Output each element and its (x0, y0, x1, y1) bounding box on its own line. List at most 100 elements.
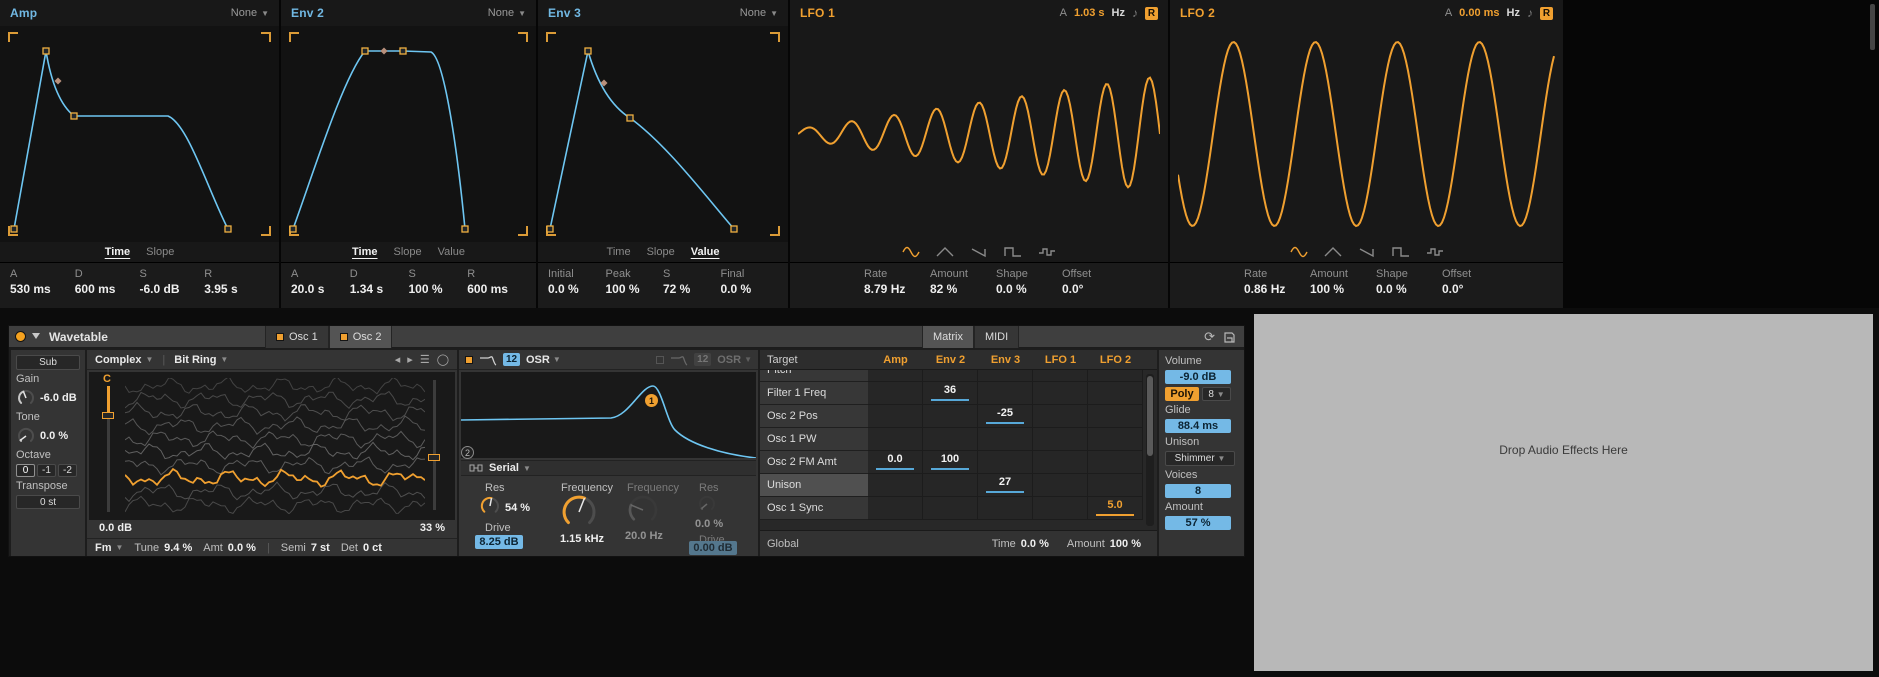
filter1-frequency-knob[interactable] (561, 494, 597, 530)
wavetable-name-dropdown[interactable]: Bit Ring ▼ (174, 354, 228, 366)
matrix-cell[interactable]: 27 (978, 474, 1033, 497)
filter2-frequency-knob[interactable] (627, 494, 659, 526)
osc1-activator-checkbox[interactable] (276, 333, 284, 341)
matrix-cell[interactable] (923, 370, 978, 382)
matrix-cell[interactable] (1088, 428, 1143, 451)
wavetable-position-slider[interactable] (433, 380, 436, 510)
rate-mode-hz[interactable]: Hz (1112, 7, 1125, 19)
note-sync-icon[interactable]: ♪ (1132, 6, 1138, 20)
poly-mode-button[interactable]: Poly (1165, 387, 1199, 401)
env2-display[interactable] (281, 26, 536, 242)
matrix-row-label[interactable]: Unison (760, 474, 868, 497)
matrix-cell[interactable] (1033, 405, 1088, 428)
filter2-drive-value[interactable]: 0.00 dB (689, 541, 737, 555)
hot-swap-icon[interactable]: ⟳ (1204, 329, 1215, 345)
filter1-circuit-dropdown[interactable]: OSR ▼ (526, 354, 561, 366)
octave-minus2-button[interactable]: -2 (58, 464, 77, 477)
sine-icon[interactable] (1289, 246, 1308, 258)
fold-triangle-icon[interactable] (32, 333, 40, 339)
param-value[interactable]: 82 % (930, 282, 996, 296)
tab-slope[interactable]: Slope (146, 246, 174, 258)
matrix-row-label[interactable]: Filter 1 Freq (760, 382, 868, 405)
mod-source-dropdown[interactable]: None ▼ (231, 7, 269, 19)
tab-value[interactable]: Value (691, 246, 720, 258)
matrix-cell[interactable] (868, 370, 923, 382)
octave-0-button[interactable]: 0 (16, 464, 35, 477)
prev-table-icon[interactable]: ◂ (395, 353, 401, 366)
matrix-row-label[interactable]: Pitch (760, 370, 868, 382)
matrix-cell[interactable] (1088, 474, 1143, 497)
triangle-icon[interactable] (936, 246, 954, 258)
param-value[interactable]: 0.0° (1442, 282, 1508, 296)
matrix-cell[interactable] (1088, 370, 1143, 382)
osc2-activator-checkbox[interactable] (339, 333, 348, 341)
wavetable-category-dropdown[interactable]: Complex ▼ (95, 354, 153, 366)
filter1-res-knob[interactable] (479, 495, 501, 517)
sub-tone-knob[interactable] (16, 426, 36, 446)
filter2-res-knob[interactable] (697, 494, 717, 514)
param-value[interactable]: 600 ms (75, 282, 140, 296)
tab-midi[interactable]: MIDI (973, 326, 1020, 348)
square-icon[interactable] (1004, 246, 1022, 258)
retrigger-button[interactable]: R (1540, 6, 1553, 20)
save-preset-icon[interactable] (1223, 331, 1236, 344)
device-on-toggle[interactable] (15, 331, 26, 342)
matrix-column-header[interactable]: Env 2 (923, 354, 978, 366)
semi-value[interactable]: 7 st (311, 542, 330, 554)
matrix-cell[interactable] (1088, 405, 1143, 428)
wavetable-position-value[interactable]: 33 % (420, 522, 445, 534)
param-value[interactable]: 20.0 s (291, 282, 350, 296)
matrix-cell[interactable] (978, 382, 1033, 405)
tab-matrix[interactable]: Matrix (922, 326, 974, 348)
filter2-activator-checkbox[interactable] (656, 355, 665, 364)
amt-value[interactable]: 0.0 % (228, 542, 256, 554)
octave-minus1-button[interactable]: -1 (37, 464, 56, 477)
sine-icon[interactable] (902, 246, 920, 258)
mod-source-dropdown[interactable]: None ▼ (740, 7, 778, 19)
param-value[interactable]: 100 % (1310, 282, 1376, 296)
matrix-cell[interactable] (923, 497, 978, 520)
mod-source-dropdown[interactable]: None ▼ (488, 7, 526, 19)
matrix-cell[interactable] (923, 474, 978, 497)
attack-value[interactable]: 1.03 s (1074, 7, 1105, 19)
drop-audio-effects-area[interactable]: Drop Audio Effects Here (1254, 314, 1873, 671)
global-time-value[interactable]: 0.0 % (1021, 538, 1049, 550)
wavetable-position-handle[interactable] (428, 454, 440, 461)
matrix-cell[interactable] (1033, 497, 1088, 520)
osc-gain-slider-handle[interactable] (102, 412, 114, 419)
matrix-cell[interactable]: 36 (923, 382, 978, 405)
filter1-activator-checkbox[interactable] (465, 355, 473, 364)
matrix-cell[interactable]: 0.0 (868, 451, 923, 474)
matrix-cell[interactable] (868, 497, 923, 520)
saw-icon[interactable] (1358, 246, 1376, 258)
param-value[interactable]: 8.79 Hz (864, 282, 930, 296)
matrix-cell[interactable] (923, 428, 978, 451)
tab-value[interactable]: Value (438, 246, 465, 258)
param-value[interactable]: 0.86 Hz (1244, 282, 1310, 296)
matrix-cell[interactable]: -25 (978, 405, 1033, 428)
unison-amount-value[interactable]: 57 % (1165, 516, 1231, 530)
matrix-cell[interactable] (868, 428, 923, 451)
matrix-cell[interactable] (978, 497, 1033, 520)
filter-response-display[interactable]: 1 (460, 372, 757, 459)
param-value[interactable]: 72 % (663, 282, 721, 296)
matrix-cell[interactable]: 5.0 (1088, 497, 1143, 520)
rate-mode-hz[interactable]: Hz (1507, 7, 1520, 19)
note-sync-icon[interactable]: ♪ (1527, 6, 1533, 20)
next-table-icon[interactable]: ▸ (407, 353, 413, 366)
matrix-cell[interactable] (1088, 382, 1143, 405)
matrix-cell[interactable] (1033, 474, 1088, 497)
poly-voices-dropdown[interactable]: 8 ▼ (1202, 387, 1231, 401)
matrix-row-label[interactable]: Osc 1 Sync (760, 497, 868, 520)
filter2-circuit-dropdown[interactable]: OSR ▼ (717, 354, 752, 366)
filter1-frequency-value[interactable]: 1.15 kHz (560, 533, 604, 545)
param-value[interactable]: 530 ms (10, 282, 75, 296)
matrix-cell[interactable] (978, 451, 1033, 474)
tab-time[interactable]: Time (607, 246, 631, 258)
matrix-row-label[interactable]: Osc 2 FM Amt (760, 451, 868, 474)
param-value[interactable]: 100 % (409, 282, 468, 296)
param-value[interactable]: 0.0 % (1376, 282, 1442, 296)
matrix-cell[interactable] (1033, 370, 1088, 382)
tune-value[interactable]: 9.4 % (164, 542, 192, 554)
filter1-drive-value[interactable]: 8.25 dB (475, 535, 523, 549)
